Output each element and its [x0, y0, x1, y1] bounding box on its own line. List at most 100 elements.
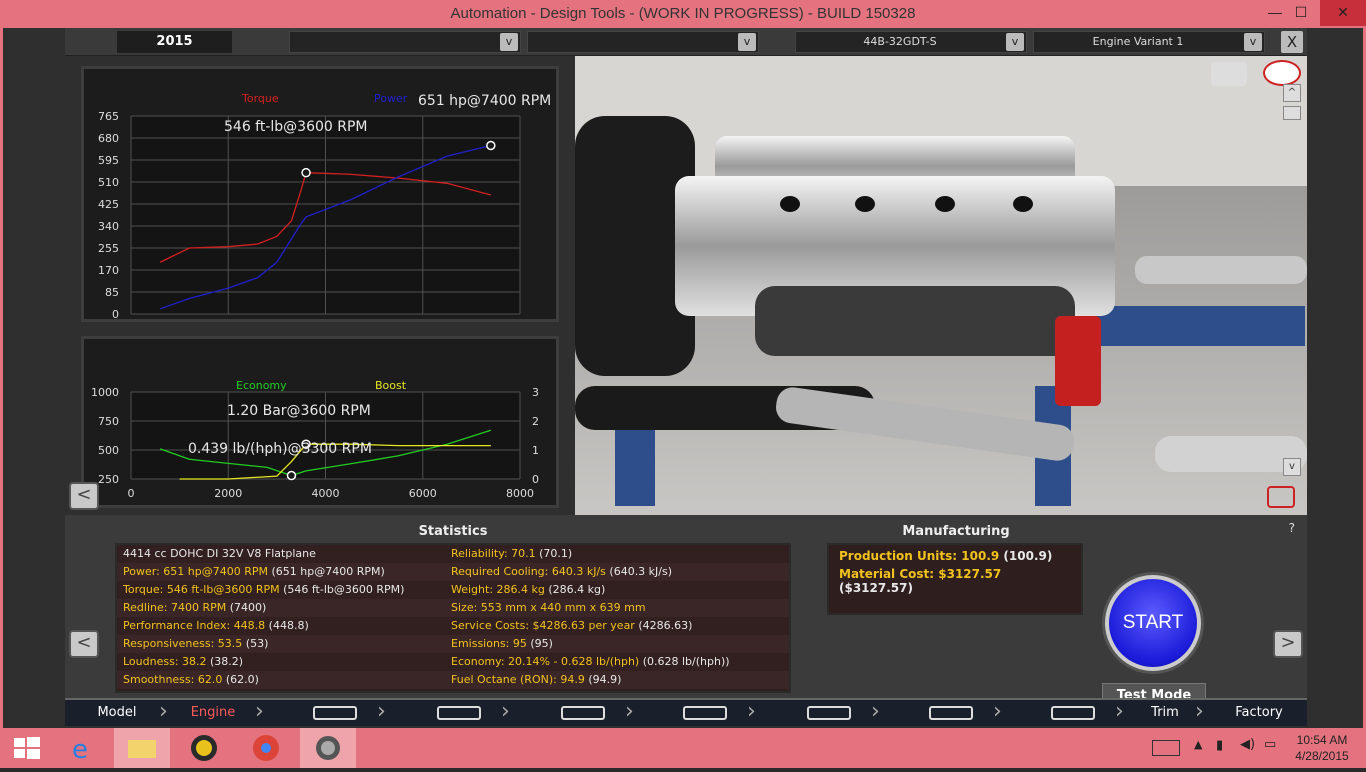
minimize-button[interactable]: — — [1264, 0, 1286, 26]
start-button[interactable]: START — [1105, 575, 1201, 671]
y-tick-label: 170 — [98, 264, 119, 277]
x-tick-label: 0 — [128, 487, 135, 500]
chevron-down-icon[interactable]: v — [738, 33, 756, 51]
automation-app-icon[interactable] — [300, 728, 356, 768]
crank-icon — [437, 706, 481, 720]
tab-exhaust[interactable] — [901, 700, 1001, 726]
stats-row: Performance Index: 448.8 (448.8) Service… — [117, 617, 789, 635]
legend-power: Power — [374, 92, 408, 105]
stat-label: Responsiveness: 53.5 — [123, 637, 243, 650]
help-icon[interactable]: ? — [1289, 521, 1295, 535]
tray-chevron-icon[interactable]: ▲ — [1194, 738, 1202, 751]
y-right-tick-label: 3 — [532, 386, 539, 399]
stat-value: (70.1) — [535, 547, 573, 560]
keyboard-icon[interactable] — [1152, 740, 1180, 756]
turbo-icon — [683, 706, 727, 720]
manufacturing-box: Production Units: 100.9 (100.9) Material… — [827, 543, 1083, 615]
chevron-down-icon[interactable]: v — [1006, 33, 1024, 51]
stats-next-button[interactable]: > — [1273, 630, 1303, 658]
chevron-down-icon[interactable]: v — [500, 33, 518, 51]
file-explorer-icon[interactable] — [114, 728, 170, 768]
volume-icon[interactable]: ◀) — [1240, 737, 1255, 752]
tab-bottom-end[interactable] — [409, 700, 509, 726]
stat-value: (640.3 kJ/s) — [605, 565, 673, 578]
battery-icon[interactable]: ▭ — [1264, 737, 1276, 752]
tab-top-end[interactable] — [533, 700, 633, 726]
close-window-button[interactable]: ✕ — [1320, 0, 1366, 26]
design-tabs: Model › Engine › › › › › › › › Trim › Factory — [65, 698, 1307, 726]
scroll-thumb[interactable] — [1283, 106, 1301, 120]
close-icon[interactable]: X — [1281, 31, 1303, 53]
tab-tuning[interactable] — [1023, 700, 1123, 726]
tab-separator-icon: › — [377, 699, 386, 724]
scroll-down-button[interactable]: v — [1283, 458, 1301, 476]
camera-icon[interactable] — [1211, 62, 1247, 86]
family-dropdown[interactable]: v — [289, 31, 521, 53]
stat-label: Economy: 20.14% - 0.628 lb/(hph) — [451, 655, 640, 668]
media-player-icon[interactable] — [176, 728, 232, 768]
app-window: 2015 v v 44B-32GDT-S v Engine Variant 1v … — [0, 28, 1366, 728]
engine-3d-viewport[interactable]: ^ v — [575, 56, 1307, 516]
internet-explorer-icon[interactable]: e — [56, 728, 112, 768]
y-right-tick-label: 2 — [532, 415, 539, 428]
stat-value: (651 hp@7400 RPM) — [267, 565, 385, 578]
tab-factory[interactable]: Factory — [1211, 700, 1307, 726]
stats-row: Responsiveness: 53.5 (53) Emissions: 95 … — [117, 635, 789, 653]
engine-dropdown[interactable]: 44B-32GDT-S v — [795, 31, 1027, 53]
x-tick-label: 2000 — [214, 487, 242, 500]
y-tick-label: 595 — [98, 154, 119, 167]
chevron-down-icon[interactable]: v — [1244, 33, 1262, 51]
tab-block[interactable] — [285, 700, 385, 726]
reset-view-icon[interactable] — [1267, 486, 1295, 508]
stat-label: 4414 cc DOHC DI 32V V8 Flatplane — [123, 547, 316, 560]
legend-economy: Economy — [236, 379, 287, 392]
y-tick-label: 425 — [98, 198, 119, 211]
y-tick-label: 0 — [112, 308, 119, 319]
y-tick-label: 340 — [98, 220, 119, 233]
chart-prev-button[interactable]: < — [69, 482, 99, 510]
engine-variant-dropdown[interactable]: Engine Variant 1 v — [1033, 31, 1265, 53]
y-tick-label: 85 — [105, 286, 119, 299]
stat-label: Smoothness: 62.0 — [123, 673, 223, 686]
tab-engine[interactable]: Engine — [163, 700, 263, 726]
y-tick-label: 250 — [98, 473, 119, 486]
peak-marker — [286, 470, 297, 481]
stats-row: Redline: 7400 RPM (7400) Size: 553 mm x … — [117, 599, 789, 617]
tab-fuel[interactable] — [779, 700, 879, 726]
chrome-icon[interactable] — [238, 728, 294, 768]
tab-separator-icon: › — [255, 699, 264, 724]
stat-value: (62.0) — [222, 673, 259, 686]
eye-icon[interactable] — [1263, 60, 1301, 86]
stats-prev-button[interactable]: < — [69, 630, 99, 658]
windows-start-icon[interactable] — [0, 728, 56, 768]
engine-dropdown-value: 44B-32GDT-S — [863, 35, 937, 48]
stat-value: (7400) — [226, 601, 267, 614]
stats-row: Torque: 546 ft-lb@3600 RPM (546 ft-lb@36… — [117, 581, 789, 599]
peak-marker — [301, 167, 311, 178]
stats-row: Power: 651 hp@7400 RPM (651 hp@7400 RPM)… — [117, 563, 789, 581]
stat-label: Size: 553 mm x 440 mm x 639 mm — [451, 601, 646, 614]
x-tick-label: 8000 — [506, 487, 534, 500]
year-selector[interactable]: 2015 — [117, 31, 232, 53]
tab-label: Engine — [190, 705, 236, 720]
stat-label: Power: 651 hp@7400 RPM — [123, 565, 268, 578]
maximize-button[interactable]: ☐ — [1290, 0, 1312, 26]
scroll-up-button[interactable]: ^ — [1283, 84, 1301, 102]
tab-aspiration[interactable] — [655, 700, 755, 726]
x-tick-label: 4000 — [312, 487, 340, 500]
peak-annotation: 651 hp@7400 RPM — [418, 93, 551, 109]
network-icon[interactable]: ▮ — [1216, 738, 1223, 753]
variant-dropdown[interactable]: v — [527, 31, 759, 53]
tab-model[interactable]: Model — [67, 700, 167, 726]
y-tick-label: 510 — [98, 176, 119, 189]
stat-value: (0.628 lb/(hph)) — [639, 655, 730, 668]
tab-label: Model — [97, 705, 137, 720]
block-icon — [313, 706, 357, 720]
stat-value: (53) — [242, 637, 269, 650]
peak-annotation: 0.439 lb/(hph)@3300 RPM — [188, 441, 372, 457]
exhaust-icon — [929, 706, 973, 720]
stat-label: Service Costs: $4286.63 per year — [451, 619, 635, 632]
stat-value: (95) — [526, 637, 553, 650]
peak-annotation: 1.20 Bar@3600 RPM — [227, 403, 371, 419]
system-clock[interactable]: 10:54 AM 4/28/2015 — [1284, 732, 1360, 764]
